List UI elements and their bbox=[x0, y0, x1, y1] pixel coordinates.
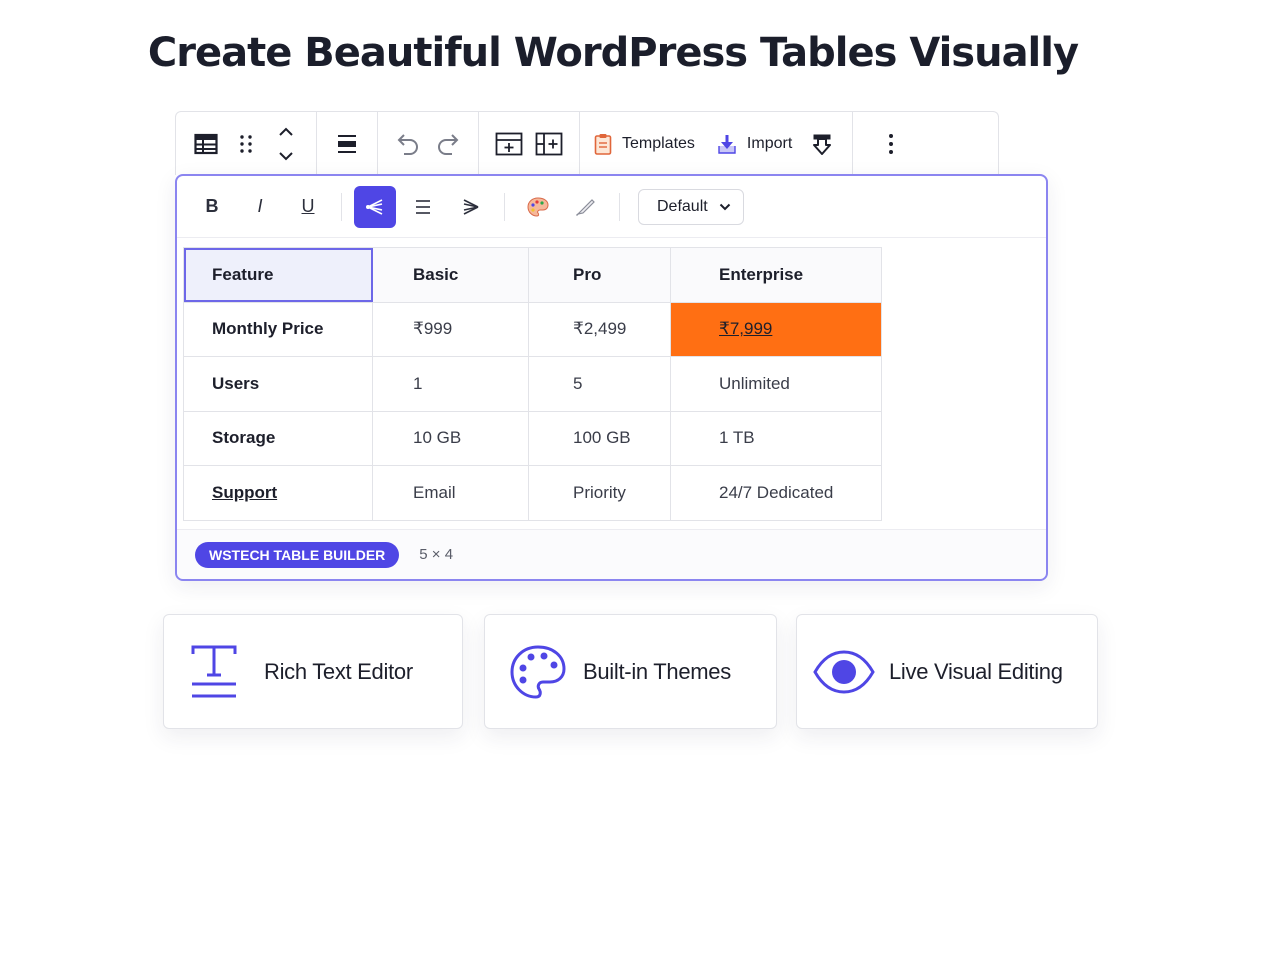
highlighted-price: ₹7,999 bbox=[719, 319, 773, 339]
table-cell[interactable]: Unlimited bbox=[670, 356, 882, 412]
block-group bbox=[176, 112, 317, 175]
clipboard-icon bbox=[594, 133, 612, 155]
table-row: Support Email Priority 24/7 Dedicated bbox=[183, 465, 882, 521]
palette-icon bbox=[527, 196, 549, 217]
block-toolbar: Templates Import bbox=[175, 111, 999, 175]
italic-button[interactable]: I bbox=[239, 186, 281, 228]
table-header-row: Feature Basic Pro Enterprise bbox=[183, 247, 882, 303]
color-button[interactable] bbox=[517, 186, 559, 228]
style-select-value: Default bbox=[657, 197, 708, 215]
templates-button[interactable]: Templates bbox=[590, 124, 699, 164]
bold-button[interactable]: B bbox=[191, 186, 233, 228]
header-cell-feature[interactable]: Feature bbox=[183, 247, 373, 303]
divider bbox=[341, 192, 342, 221]
import-label: Import bbox=[746, 134, 793, 152]
align-left-button[interactable] bbox=[354, 185, 396, 228]
table-cell[interactable]: 1 bbox=[372, 356, 529, 412]
align-center-icon bbox=[416, 199, 430, 214]
feature-label: Live Visual Editing bbox=[889, 658, 1063, 684]
underline-button[interactable]: U bbox=[287, 186, 329, 228]
history-group bbox=[378, 112, 479, 175]
download-icon bbox=[718, 134, 736, 154]
feature-label: Built-in Themes bbox=[583, 658, 731, 684]
table-block-icon[interactable] bbox=[186, 124, 226, 164]
table-cell[interactable]: 1 TB bbox=[670, 410, 882, 466]
align-center-button[interactable] bbox=[402, 186, 444, 228]
pricing-table: Feature Basic Pro Enterprise Monthly Pri… bbox=[183, 247, 882, 521]
pricing-table-wrap: Feature Basic Pro Enterprise Monthly Pri… bbox=[183, 247, 882, 521]
move-up-down-icon[interactable] bbox=[266, 124, 306, 164]
table-cell-highlighted[interactable]: ₹7,999 bbox=[670, 301, 882, 357]
import-button[interactable]: Import bbox=[713, 124, 796, 164]
table-cell[interactable]: Email bbox=[372, 465, 529, 521]
support-link[interactable]: Support bbox=[212, 483, 277, 502]
table-cell[interactable]: Monthly Price bbox=[183, 301, 373, 357]
table-cell[interactable]: 24/7 Dedicated bbox=[670, 465, 882, 521]
table-cell[interactable]: Storage bbox=[183, 410, 373, 466]
chevron-down-icon bbox=[719, 203, 731, 210]
page-title: Create Beautiful WordPress Tables Visual… bbox=[147, 30, 1079, 76]
drag-handle-icon[interactable] bbox=[226, 124, 266, 164]
table-cell[interactable]: 100 GB bbox=[528, 410, 671, 466]
table-style-select[interactable]: Default bbox=[638, 188, 744, 225]
format-toolbar: B I U Default bbox=[177, 176, 1046, 238]
divider bbox=[504, 192, 505, 221]
table-row: Monthly Price ₹999 ₹2,499 ₹7,999 bbox=[183, 301, 882, 357]
palette-icon bbox=[510, 644, 566, 699]
table-cell[interactable]: Users bbox=[183, 356, 373, 412]
insert-column-icon[interactable] bbox=[529, 124, 569, 164]
insert-row-icon[interactable] bbox=[489, 124, 529, 164]
feature-card-rich-text: Rich Text Editor bbox=[163, 614, 463, 729]
row-col-group bbox=[479, 112, 580, 175]
more-group bbox=[853, 112, 929, 175]
eye-icon bbox=[813, 649, 875, 694]
header-cell-pro[interactable]: Pro bbox=[528, 247, 671, 303]
divider bbox=[619, 192, 620, 221]
table-cell[interactable]: 5 bbox=[528, 356, 671, 412]
table-row: Storage 10 GB 100 GB 1 TB bbox=[183, 410, 882, 466]
templates-label: Templates bbox=[622, 134, 695, 152]
align-right-button[interactable] bbox=[450, 186, 492, 228]
table-cell[interactable]: ₹999 bbox=[372, 301, 529, 357]
redo-icon[interactable] bbox=[428, 124, 468, 164]
header-cell-enterprise[interactable]: Enterprise bbox=[670, 247, 882, 303]
align-right-icon bbox=[463, 198, 479, 215]
align-wide-icon[interactable] bbox=[327, 124, 367, 164]
feature-card-live-editing: Live Visual Editing bbox=[796, 614, 1098, 729]
status-bar: WSTECH TABLE BUILDER 5 × 4 bbox=[177, 529, 1046, 579]
table-cell[interactable]: 10 GB bbox=[372, 410, 529, 466]
feature-label: Rich Text Editor bbox=[264, 658, 413, 684]
highlighter-button[interactable] bbox=[565, 186, 607, 228]
more-options-icon[interactable] bbox=[871, 124, 911, 164]
brand-badge: WSTECH TABLE BUILDER bbox=[195, 541, 400, 568]
table-editor: B I U Default Feature Basic Pro Enterpri… bbox=[175, 174, 1048, 581]
align-group bbox=[317, 112, 378, 175]
table-cell[interactable]: ₹2,499 bbox=[528, 301, 671, 357]
table-dimensions: 5 × 4 bbox=[419, 546, 454, 563]
feature-card-themes: Built-in Themes bbox=[484, 614, 777, 729]
text-cursor-icon bbox=[191, 645, 237, 697]
actions-group: Templates Import bbox=[580, 112, 854, 175]
pen-icon bbox=[576, 198, 595, 216]
header-cell-basic[interactable]: Basic bbox=[372, 247, 529, 303]
table-cell[interactable]: Priority bbox=[528, 465, 671, 521]
align-left-icon bbox=[366, 198, 383, 215]
table-row: Users 1 5 Unlimited bbox=[183, 356, 882, 412]
table-cell[interactable]: Support bbox=[183, 465, 373, 521]
export-icon[interactable] bbox=[802, 124, 842, 164]
undo-icon[interactable] bbox=[388, 124, 428, 164]
